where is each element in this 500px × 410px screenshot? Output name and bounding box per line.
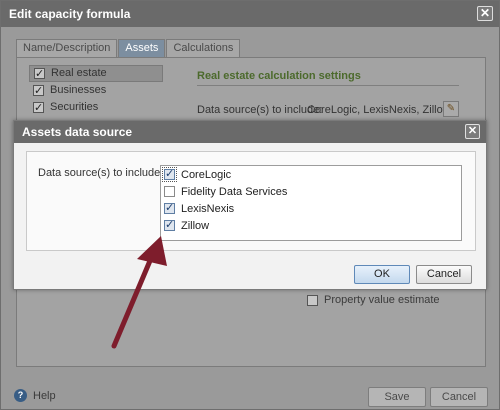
data-source-label: Fidelity Data Services [181, 185, 288, 198]
asset-item-real-estate[interactable]: Real estate [29, 65, 163, 83]
dialog-cancel-button[interactable]: Cancel [416, 265, 472, 284]
property-value-option[interactable]: Property value estimate [307, 294, 440, 306]
checkbox-businesses[interactable] [33, 83, 44, 100]
tab-bar: Name/Description Assets Calculations [16, 39, 241, 57]
tab-name-description[interactable]: Name/Description [16, 39, 118, 57]
dialog-close-icon[interactable]: ✕ [465, 124, 480, 139]
edit-pencil-icon[interactable]: ✎ [443, 101, 459, 117]
save-button[interactable]: Save [368, 387, 426, 407]
checkbox-corelogic[interactable] [162, 167, 177, 182]
section-divider [197, 85, 459, 86]
data-source-item-zillow[interactable]: Zillow [161, 217, 461, 234]
data-source-label: Zillow [181, 219, 210, 232]
checkbox-lexisnexis[interactable] [164, 201, 175, 214]
dialog-titlebar: Assets data source ✕ [14, 121, 486, 143]
property-value-label: Property value estimate [324, 294, 440, 306]
checkbox-securities[interactable] [33, 100, 44, 117]
tab-calculations[interactable]: Calculations [166, 39, 241, 57]
data-sources-value: CoreLogic, LexisNexis, Zillow [307, 104, 451, 116]
asset-item-label: Businesses [50, 84, 107, 96]
assets-data-source-dialog: Assets data source ✕ Data source(s) to i… [13, 120, 487, 290]
asset-item-label: Real estate [51, 67, 107, 79]
asset-item-businesses[interactable]: Businesses [29, 82, 163, 100]
tab-assets[interactable]: Assets [118, 39, 166, 57]
dialog-data-sources-label: Data source(s) to include: [38, 167, 164, 179]
checkbox-fidelity[interactable] [164, 186, 175, 197]
window-title: Edit capacity formula [9, 7, 131, 21]
data-sources-label: Data source(s) to include: [197, 104, 323, 116]
window-titlebar: Edit capacity formula ✕ [1, 1, 499, 27]
data-source-item-fidelity[interactable]: Fidelity Data Services [161, 183, 461, 200]
data-source-label: CoreLogic [181, 168, 232, 181]
checkbox-real-estate[interactable] [34, 66, 45, 83]
checkbox-property-value[interactable] [307, 294, 318, 306]
data-source-listbox: CoreLogic Fidelity Data Services LexisNe… [160, 165, 462, 241]
cancel-button[interactable]: Cancel [430, 387, 488, 407]
asset-item-securities[interactable]: Securities [29, 99, 163, 117]
dialog-ok-button[interactable]: OK [354, 265, 410, 284]
help-label: Help [33, 389, 56, 402]
dialog-title: Assets data source [22, 125, 133, 139]
window-close-icon[interactable]: ✕ [477, 6, 493, 21]
data-source-label: LexisNexis [181, 202, 235, 215]
section-title: Real estate calculation settings [197, 70, 361, 82]
asset-type-list: Real estate Businesses Securities [29, 65, 163, 125]
data-source-item-lexisnexis[interactable]: LexisNexis [161, 200, 461, 217]
asset-item-label: Securities [50, 101, 99, 113]
help-link[interactable]: ? Help [14, 389, 56, 402]
help-icon: ? [14, 389, 27, 402]
data-source-item-corelogic[interactable]: CoreLogic [161, 166, 461, 183]
checkbox-zillow[interactable] [164, 218, 175, 231]
